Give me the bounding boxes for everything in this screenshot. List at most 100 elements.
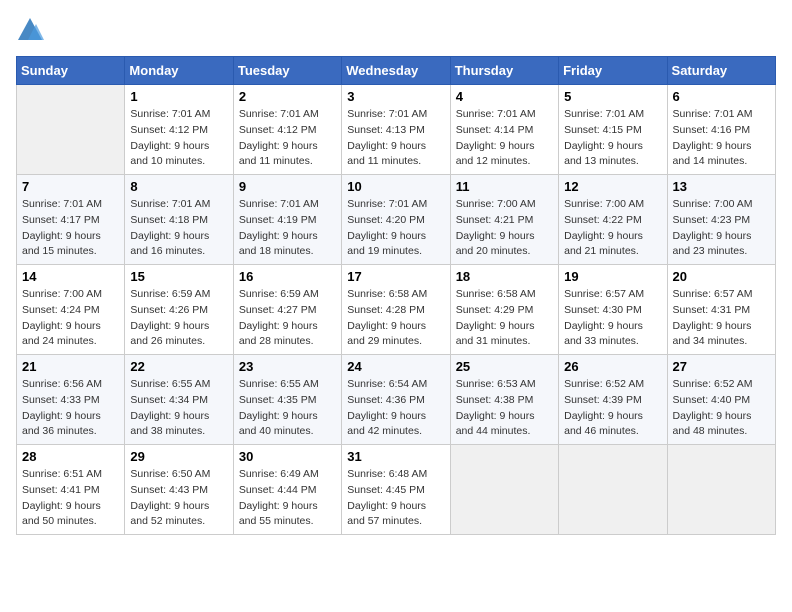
calendar-cell: 2 Sunrise: 7:01 AM Sunset: 4:12 PM Daylig… <box>233 85 341 175</box>
day-number: 25 <box>456 359 553 374</box>
day-info: Sunrise: 6:57 AM Sunset: 4:31 PM Dayligh… <box>673 287 770 350</box>
day-number: 7 <box>22 179 119 194</box>
calendar-cell: 9 Sunrise: 7:01 AM Sunset: 4:19 PM Daylig… <box>233 175 341 265</box>
calendar-cell: 3Sunrise: 7:01 AM Sunset: 4:13 PM Daylig… <box>342 85 450 175</box>
day-number: 16 <box>239 269 336 284</box>
calendar-cell <box>450 445 558 535</box>
logo <box>16 16 46 44</box>
day-info: Sunrise: 7:01 AM Sunset: 4:20 PM Dayligh… <box>347 197 444 260</box>
day-info: Sunrise: 6:51 AM Sunset: 4:41 PM Dayligh… <box>22 467 119 530</box>
day-info: Sunrise: 7:01 AM Sunset: 4:12 PM Dayligh… <box>239 107 336 170</box>
day-number: 2 <box>239 89 336 104</box>
day-info: Sunrise: 6:55 AM Sunset: 4:34 PM Dayligh… <box>130 377 227 440</box>
day-number: 6 <box>673 89 770 104</box>
calendar-cell: 12 Sunrise: 7:00 AM Sunset: 4:22 PM Dayli… <box>559 175 667 265</box>
day-info: Sunrise: 6:58 AM Sunset: 4:29 PM Dayligh… <box>456 287 553 350</box>
day-number: 11 <box>456 179 553 194</box>
calendar-week-row: 7Sunrise: 7:01 AM Sunset: 4:17 PM Daylig… <box>17 175 776 265</box>
calendar-cell: 8 Sunrise: 7:01 AM Sunset: 4:18 PM Daylig… <box>125 175 233 265</box>
calendar-cell: 19 Sunrise: 6:57 AM Sunset: 4:30 PM Dayli… <box>559 265 667 355</box>
day-info: Sunrise: 7:01 AM Sunset: 4:12 PM Dayligh… <box>130 107 227 170</box>
day-number: 27 <box>673 359 770 374</box>
day-number: 15 <box>130 269 227 284</box>
day-number: 24 <box>347 359 444 374</box>
day-number: 26 <box>564 359 661 374</box>
weekday-header: Wednesday <box>342 57 450 85</box>
day-number: 18 <box>456 269 553 284</box>
day-info: Sunrise: 7:01 AM Sunset: 4:15 PM Dayligh… <box>564 107 661 170</box>
day-number: 13 <box>673 179 770 194</box>
day-number: 5 <box>564 89 661 104</box>
day-info: Sunrise: 6:56 AM Sunset: 4:33 PM Dayligh… <box>22 377 119 440</box>
day-info: Sunrise: 6:57 AM Sunset: 4:30 PM Dayligh… <box>564 287 661 350</box>
day-number: 1 <box>130 89 227 104</box>
calendar-table: SundayMondayTuesdayWednesdayThursdayFrid… <box>16 56 776 535</box>
weekday-header: Thursday <box>450 57 558 85</box>
day-number: 19 <box>564 269 661 284</box>
day-info: Sunrise: 6:52 AM Sunset: 4:40 PM Dayligh… <box>673 377 770 440</box>
day-info: Sunrise: 7:01 AM Sunset: 4:16 PM Dayligh… <box>673 107 770 170</box>
calendar-cell: 1 Sunrise: 7:01 AM Sunset: 4:12 PM Daylig… <box>125 85 233 175</box>
day-number: 10 <box>347 179 444 194</box>
day-number: 30 <box>239 449 336 464</box>
day-info: Sunrise: 7:00 AM Sunset: 4:21 PM Dayligh… <box>456 197 553 260</box>
weekday-header: Tuesday <box>233 57 341 85</box>
weekday-header: Friday <box>559 57 667 85</box>
day-number: 12 <box>564 179 661 194</box>
calendar-cell: 25 Sunrise: 6:53 AM Sunset: 4:38 PM Dayli… <box>450 355 558 445</box>
weekday-header: Sunday <box>17 57 125 85</box>
day-info: Sunrise: 7:01 AM Sunset: 4:19 PM Dayligh… <box>239 197 336 260</box>
day-info: Sunrise: 6:52 AM Sunset: 4:39 PM Dayligh… <box>564 377 661 440</box>
day-number: 22 <box>130 359 227 374</box>
day-number: 4 <box>456 89 553 104</box>
day-number: 14 <box>22 269 119 284</box>
calendar-cell: 31Sunrise: 6:48 AM Sunset: 4:45 PM Dayli… <box>342 445 450 535</box>
day-info: Sunrise: 6:50 AM Sunset: 4:43 PM Dayligh… <box>130 467 227 530</box>
calendar-cell: 29Sunrise: 6:50 AM Sunset: 4:43 PM Dayli… <box>125 445 233 535</box>
calendar-cell: 22 Sunrise: 6:55 AM Sunset: 4:34 PM Dayli… <box>125 355 233 445</box>
calendar-cell: 20 Sunrise: 6:57 AM Sunset: 4:31 PM Dayli… <box>667 265 775 355</box>
day-info: Sunrise: 7:01 AM Sunset: 4:14 PM Dayligh… <box>456 107 553 170</box>
calendar-cell: 5 Sunrise: 7:01 AM Sunset: 4:15 PM Daylig… <box>559 85 667 175</box>
calendar-cell: 30Sunrise: 6:49 AM Sunset: 4:44 PM Dayli… <box>233 445 341 535</box>
calendar-cell: 14 Sunrise: 7:00 AM Sunset: 4:24 PM Dayli… <box>17 265 125 355</box>
calendar-cell: 6 Sunrise: 7:01 AM Sunset: 4:16 PM Daylig… <box>667 85 775 175</box>
day-number: 3 <box>347 89 444 104</box>
day-info: Sunrise: 7:01 AM Sunset: 4:18 PM Dayligh… <box>130 197 227 260</box>
day-info: Sunrise: 6:59 AM Sunset: 4:27 PM Dayligh… <box>239 287 336 350</box>
calendar-cell: 15 Sunrise: 6:59 AM Sunset: 4:26 PM Dayli… <box>125 265 233 355</box>
logo-icon <box>16 16 44 44</box>
day-info: Sunrise: 7:00 AM Sunset: 4:24 PM Dayligh… <box>22 287 119 350</box>
day-number: 20 <box>673 269 770 284</box>
calendar-week-row: 14 Sunrise: 7:00 AM Sunset: 4:24 PM Dayli… <box>17 265 776 355</box>
calendar-cell: 28 Sunrise: 6:51 AM Sunset: 4:41 PM Dayli… <box>17 445 125 535</box>
day-number: 17 <box>347 269 444 284</box>
day-info: Sunrise: 6:53 AM Sunset: 4:38 PM Dayligh… <box>456 377 553 440</box>
calendar-cell: 17 Sunrise: 6:58 AM Sunset: 4:28 PM Dayli… <box>342 265 450 355</box>
day-number: 8 <box>130 179 227 194</box>
calendar-cell: 16 Sunrise: 6:59 AM Sunset: 4:27 PM Dayli… <box>233 265 341 355</box>
day-number: 23 <box>239 359 336 374</box>
calendar-week-row: 1 Sunrise: 7:01 AM Sunset: 4:12 PM Daylig… <box>17 85 776 175</box>
day-number: 28 <box>22 449 119 464</box>
page-header <box>16 16 776 44</box>
calendar-cell <box>667 445 775 535</box>
day-number: 21 <box>22 359 119 374</box>
calendar-cell: 10 Sunrise: 7:01 AM Sunset: 4:20 PM Dayli… <box>342 175 450 265</box>
calendar-week-row: 21 Sunrise: 6:56 AM Sunset: 4:33 PM Dayli… <box>17 355 776 445</box>
calendar-cell: 23Sunrise: 6:55 AM Sunset: 4:35 PM Dayli… <box>233 355 341 445</box>
calendar-cell: 13Sunrise: 7:00 AM Sunset: 4:23 PM Dayli… <box>667 175 775 265</box>
weekday-header-row: SundayMondayTuesdayWednesdayThursdayFrid… <box>17 57 776 85</box>
day-info: Sunrise: 6:48 AM Sunset: 4:45 PM Dayligh… <box>347 467 444 530</box>
day-info: Sunrise: 6:58 AM Sunset: 4:28 PM Dayligh… <box>347 287 444 350</box>
weekday-header: Monday <box>125 57 233 85</box>
day-info: Sunrise: 7:00 AM Sunset: 4:22 PM Dayligh… <box>564 197 661 260</box>
calendar-cell: 26 Sunrise: 6:52 AM Sunset: 4:39 PM Dayli… <box>559 355 667 445</box>
calendar-week-row: 28 Sunrise: 6:51 AM Sunset: 4:41 PM Dayli… <box>17 445 776 535</box>
calendar-cell: 27 Sunrise: 6:52 AM Sunset: 4:40 PM Dayli… <box>667 355 775 445</box>
calendar-cell: 11 Sunrise: 7:00 AM Sunset: 4:21 PM Dayli… <box>450 175 558 265</box>
calendar-cell: 7Sunrise: 7:01 AM Sunset: 4:17 PM Daylig… <box>17 175 125 265</box>
calendar-cell: 18 Sunrise: 6:58 AM Sunset: 4:29 PM Dayli… <box>450 265 558 355</box>
day-info: Sunrise: 6:59 AM Sunset: 4:26 PM Dayligh… <box>130 287 227 350</box>
day-number: 9 <box>239 179 336 194</box>
